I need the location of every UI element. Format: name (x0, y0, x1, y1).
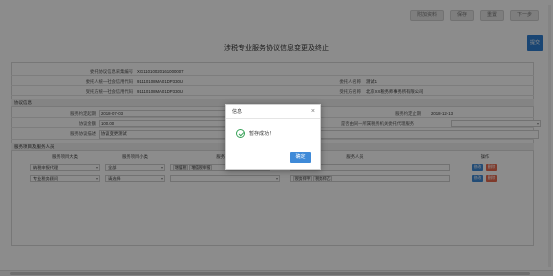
ok-button[interactable]: 确定 (290, 152, 311, 163)
close-icon[interactable]: × (311, 107, 315, 117)
dialog-body: 暂存成功！ (236, 129, 274, 138)
dialog-message: 暂存成功！ (249, 131, 275, 137)
info-dialog: 信息 × 暂存成功！ 确定 (225, 104, 321, 170)
dialog-title: 信息 (226, 105, 320, 119)
success-check-icon (236, 129, 245, 138)
